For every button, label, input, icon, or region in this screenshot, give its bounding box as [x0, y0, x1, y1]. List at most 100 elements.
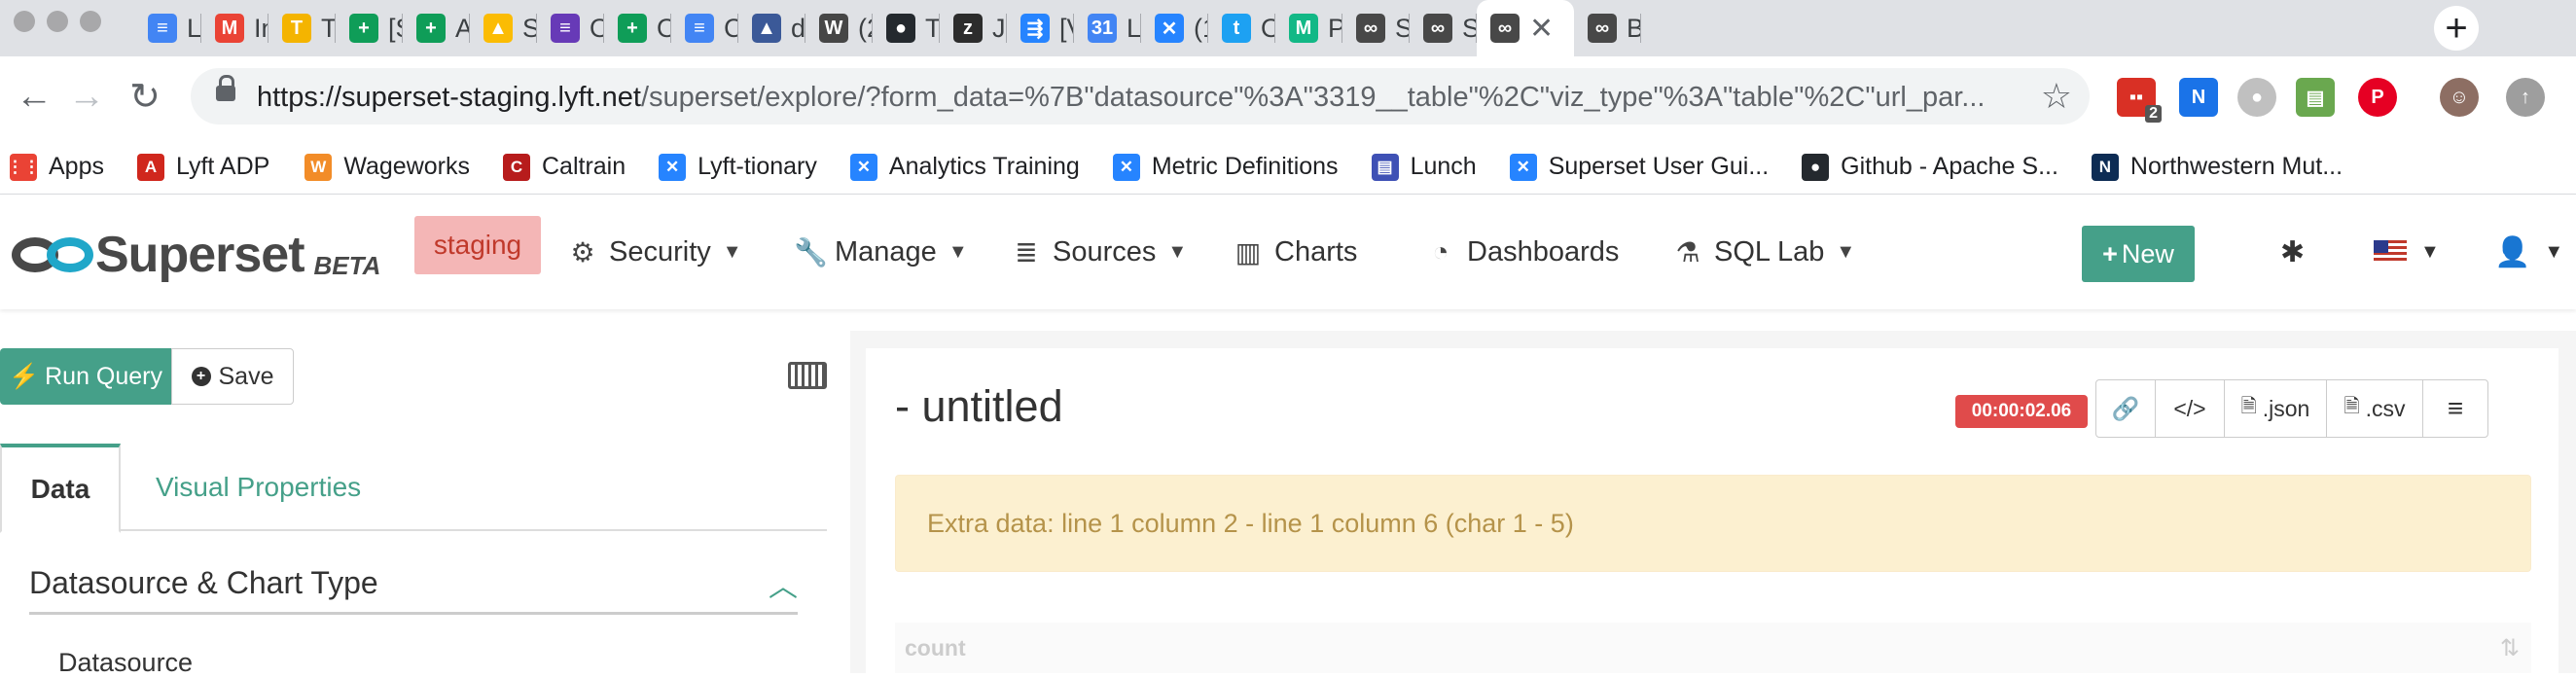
keyboard-shortcuts-icon[interactable]	[788, 362, 827, 389]
sort-icon[interactable]: ⇅	[2500, 634, 2520, 662]
browser-tab[interactable]: ≡ L5	[134, 0, 201, 56]
pinterest-icon[interactable]: P	[2358, 78, 2397, 117]
file-code-icon: 🗎	[2240, 396, 2257, 417]
run-query-button[interactable]: ⚡ Run Query	[0, 348, 171, 405]
extension-sheet-icon[interactable]: ▤	[2296, 78, 2335, 117]
browser-tab-active[interactable]: ∞ ✕	[1477, 0, 1574, 56]
bookmark-item[interactable]: ● Github - Apache S...	[1802, 140, 2058, 195]
new-button[interactable]: + New	[2082, 226, 2195, 282]
datasource-section-header[interactable]: Datasource & Chart Type ︿	[29, 554, 798, 615]
browser-tab[interactable]: M Pr	[1275, 0, 1342, 56]
bookmark-label: Superset User Gui...	[1548, 153, 1770, 180]
tab-visual-properties[interactable]: Visual Properties	[156, 444, 361, 531]
forward-button[interactable]: →	[62, 72, 111, 121]
browser-tab[interactable]: + [St	[336, 0, 403, 56]
menu-sources[interactable]: ≣ Sources ▼	[1012, 195, 1187, 309]
adp-icon: A	[136, 153, 164, 181]
browser-tab[interactable]: ∞ Su	[1342, 0, 1410, 56]
us-flag-icon	[2374, 240, 2407, 264]
bug-report-button[interactable]: ✱	[2280, 195, 2305, 309]
superset-navbar: Superset BETA staging ⚙ Security ▼ 🔧 Man…	[0, 195, 2576, 309]
column-header-count[interactable]: count	[905, 635, 966, 661]
embed-code-button[interactable]: </>	[2155, 379, 2225, 438]
browser-tab-title: Ob	[590, 13, 604, 43]
more-options-button[interactable]: ≡	[2422, 379, 2488, 438]
extension-circle-icon[interactable]: ●	[2237, 78, 2276, 117]
copy-link-button[interactable]: 🔗	[2095, 379, 2156, 438]
bookmark-item[interactable]: ⋮⋮ Apps	[7, 140, 104, 195]
browser-tab[interactable]: ⇶ [V	[1007, 0, 1074, 56]
browser-tab[interactable]: ▲ Sh	[470, 0, 537, 56]
superset-logo[interactable]: Superset BETA	[12, 226, 380, 284]
bookmark-label: Metric Definitions	[1151, 153, 1339, 180]
menu-sqllab[interactable]: ⚗ SQL Lab ▼	[1673, 195, 1855, 309]
run-query-label: Run Query	[45, 362, 163, 390]
omnibox[interactable]: https://superset-staging.lyft.net/supers…	[191, 68, 2090, 125]
browser-tab-title: Sh	[522, 13, 537, 43]
bookmark-label: Apps	[49, 153, 104, 180]
bookmark-item[interactable]: C Caltrain	[503, 140, 626, 195]
menu-dashboards[interactable]: ◔ Dashboards	[1426, 195, 1620, 309]
code-icon: </>	[2173, 395, 2206, 421]
update-icon[interactable]: ↑	[2506, 78, 2545, 117]
new-tab-button[interactable]: +	[2434, 6, 2479, 51]
browser-tab[interactable]: + Ob	[604, 0, 671, 56]
reload-button[interactable]: ↻	[121, 72, 169, 121]
chart-title[interactable]: - untitled	[895, 381, 1063, 432]
extension-calendar-icon[interactable]: ▪▪ 2	[2117, 78, 2162, 123]
browser-tab[interactable]: ≡ Ch	[671, 0, 738, 56]
browser-tab[interactable]: ≡ Ob	[537, 0, 604, 56]
menu-manage[interactable]: 🔧 Manage ▼	[794, 195, 968, 309]
url-text[interactable]: https://superset-staging.lyft.net/supers…	[257, 82, 2008, 114]
menu-charts[interactable]: ▥ Charts	[1234, 195, 1358, 309]
tab-data[interactable]: Data	[0, 444, 121, 533]
database-icon: ≣	[1015, 236, 1038, 268]
window-close-control[interactable]	[14, 11, 35, 32]
bookmark-item[interactable]: A Lyft ADP	[136, 140, 270, 195]
browser-tab[interactable]: ▲ da	[738, 0, 805, 56]
save-button[interactable]: + Save	[171, 348, 294, 405]
browser-tab[interactable]: T To	[268, 0, 336, 56]
browser-tab[interactable]: + An	[403, 0, 470, 56]
bookmark-item[interactable]: ✕ Metric Definitions	[1112, 140, 1339, 195]
browser-tab[interactable]: M Int	[201, 0, 268, 56]
bookmark-item[interactable]: ✕ Superset User Gui...	[1509, 140, 1770, 195]
browser-tab-title: Ob	[657, 13, 671, 43]
bookmark-item[interactable]: W Wageworks	[304, 140, 470, 195]
browser-tab[interactable]: t Ob	[1208, 0, 1275, 56]
extension-n-icon[interactable]: N	[2179, 78, 2218, 117]
close-tab-icon[interactable]: ✕	[1529, 12, 1554, 46]
browser-tab[interactable]: W (2	[805, 0, 873, 56]
profile-avatar-icon[interactable]: ☺	[2440, 78, 2479, 117]
export-csv-button[interactable]: 🗎 .csv	[2326, 379, 2423, 438]
bookmark-label: Lyft ADP	[175, 153, 270, 180]
window-zoom-control[interactable]	[80, 11, 101, 32]
language-picker[interactable]: ▼	[2374, 195, 2440, 309]
extension-badge: 2	[2145, 105, 2162, 123]
back-button[interactable]: ←	[10, 72, 58, 121]
browser-tab[interactable]: 31 Ly	[1074, 0, 1141, 56]
error-alert: Extra data: line 1 column 2 - line 1 col…	[895, 475, 2531, 572]
bookmark-star-icon[interactable]: ☆	[2041, 76, 2072, 117]
browser-tab-title: Su	[1462, 13, 1477, 43]
browser-tab[interactable]: ✕ (1)	[1141, 0, 1208, 56]
browser-tab[interactable]: ∞ Bo	[1574, 0, 1641, 56]
bookmark-item[interactable]: N Northwestern Mut...	[2091, 140, 2343, 195]
window-minimize-control[interactable]	[47, 11, 68, 32]
browser-tab[interactable]: z Ja	[940, 0, 1007, 56]
bookmark-item[interactable]: ✕ Lyft-tionary	[659, 140, 817, 195]
menu-sources-label: Sources	[1053, 235, 1157, 268]
github-icon: ●	[886, 14, 915, 43]
chevron-down-icon: ▼	[1836, 240, 1856, 263]
browser-tab[interactable]: ∞ Su	[1410, 0, 1477, 56]
browser-tab[interactable]: ● Tir	[873, 0, 940, 56]
bookmark-item[interactable]: ▤ Lunch	[1371, 140, 1477, 195]
user-menu[interactable]: 👤 ▼	[2494, 195, 2563, 309]
hamburger-menu-icon: ≡	[2447, 393, 2464, 423]
caltrain-icon: C	[503, 153, 530, 181]
bookmark-item[interactable]: ✕ Analytics Training	[849, 140, 1080, 195]
export-json-button[interactable]: 🗎 .json	[2224, 379, 2327, 438]
twitter-icon: t	[1222, 14, 1251, 43]
browser-tab-title: (2	[858, 13, 873, 43]
menu-security[interactable]: ⚙ Security ▼	[568, 195, 741, 309]
